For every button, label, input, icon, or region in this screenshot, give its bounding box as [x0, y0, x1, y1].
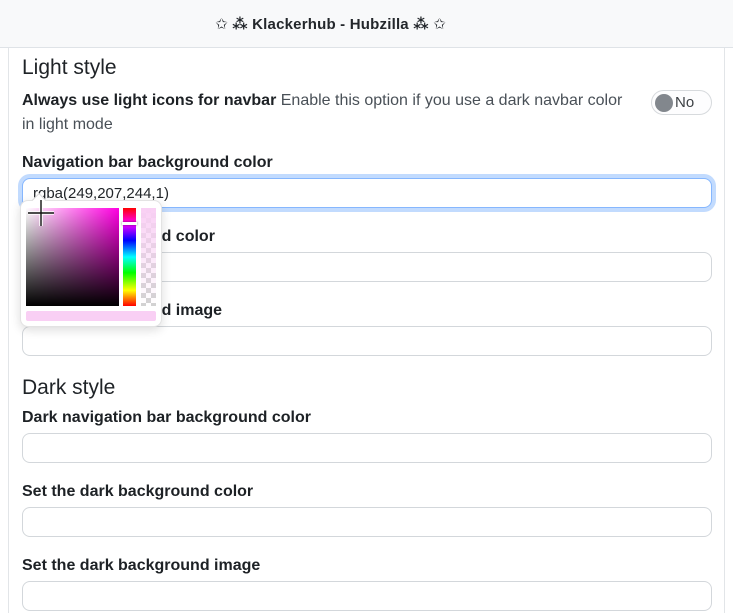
alpha-gradient — [141, 208, 156, 306]
bg-image-input[interactable] — [22, 326, 712, 356]
light-style-heading: Light style — [22, 56, 117, 79]
dark-bg-color-group: Set the dark background color — [22, 483, 712, 537]
alpha-slider[interactable] — [141, 208, 156, 306]
dark-navbar-bg-color-input[interactable] — [22, 433, 712, 463]
color-picker-popup — [20, 192, 162, 327]
theme-settings-panel: Light style Always use light icons for n… — [8, 48, 725, 613]
dark-bg-color-label: Set the dark background color — [22, 483, 254, 500]
dark-bg-image-input[interactable] — [22, 581, 712, 611]
toggle-knob-icon — [655, 93, 673, 112]
dark-bg-color-input[interactable] — [22, 507, 712, 537]
dark-bg-image-group: Set the dark background image — [22, 557, 712, 611]
light-icons-label-wrap: Always use light icons for navbar Enable… — [22, 89, 651, 137]
dark-style-heading: Dark style — [22, 376, 116, 399]
dark-navbar-bg-color-group: Dark navigation bar background color — [22, 409, 712, 463]
light-icons-label: Always use light icons for navbar — [22, 92, 277, 109]
site-title: ✩ ⁂ Klackerhub - Hubzilla ⁂ ✩ — [215, 15, 446, 33]
hue-marker[interactable] — [121, 221, 138, 225]
dark-navbar-bg-color-label: Dark navigation bar background color — [22, 409, 311, 426]
light-icons-toggle[interactable]: No — [651, 90, 712, 115]
navbar: ✩ ⁂ Klackerhub - Hubzilla ⁂ ✩ — [0, 0, 733, 48]
color-preview-bar — [26, 311, 156, 321]
saturation-square[interactable] — [26, 200, 119, 306]
hue-slider[interactable] — [121, 208, 138, 306]
toggle-state-label: No — [675, 94, 695, 111]
light-icons-setting-row: Always use light icons for navbar Enable… — [22, 89, 712, 137]
navbar-bg-color-label: Navigation bar background color — [22, 154, 273, 171]
dark-bg-image-label: Set the dark background image — [22, 557, 261, 574]
